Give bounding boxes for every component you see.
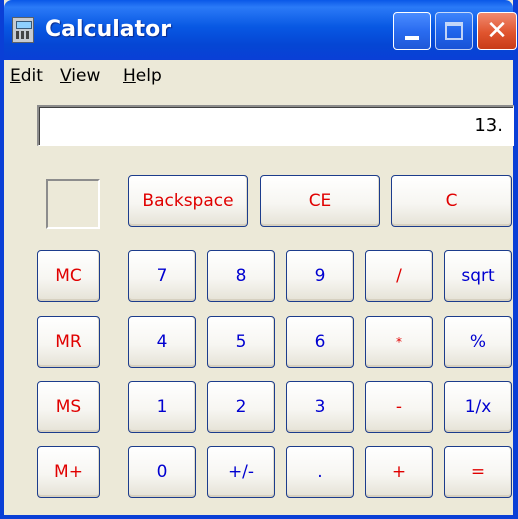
equals-button[interactable]: = <box>444 446 512 498</box>
menu-bar: Edit View Help <box>4 60 513 94</box>
result-display: 13. <box>37 105 514 146</box>
memory-store-button[interactable]: MS <box>37 381 100 433</box>
menu-help[interactable]: Help <box>123 66 162 86</box>
memory-add-button[interactable]: M+ <box>37 446 100 498</box>
memory-indicator <box>46 179 100 229</box>
memory-recall-button[interactable]: MR <box>37 316 100 368</box>
digit-4-button[interactable]: 4 <box>128 316 196 368</box>
calculator-window: Calculator ✕ Edit View Help 13. Backspac… <box>0 0 518 519</box>
calculator-icon <box>12 17 34 43</box>
digit-9-button[interactable]: 9 <box>286 250 354 302</box>
digit-0-button[interactable]: 0 <box>128 446 196 498</box>
digit-1-button[interactable]: 1 <box>128 381 196 433</box>
multiply-button[interactable]: * <box>365 316 433 368</box>
digit-6-button[interactable]: 6 <box>286 316 354 368</box>
sqrt-button[interactable]: sqrt <box>444 250 512 302</box>
menu-edit[interactable]: Edit <box>10 66 43 86</box>
digit-2-button[interactable]: 2 <box>207 381 275 433</box>
reciprocal-button[interactable]: 1/x <box>444 381 512 433</box>
digit-8-button[interactable]: 8 <box>207 250 275 302</box>
decimal-point-button[interactable]: . <box>286 446 354 498</box>
minimize-icon <box>405 36 419 40</box>
window-title: Calculator <box>45 17 172 42</box>
digit-7-button[interactable]: 7 <box>128 250 196 302</box>
close-icon: ✕ <box>486 16 508 46</box>
digit-5-button[interactable]: 5 <box>207 316 275 368</box>
clear-entry-button[interactable]: CE <box>260 175 380 227</box>
clear-button[interactable]: C <box>391 175 512 227</box>
maximize-button[interactable] <box>435 12 473 50</box>
minimize-button[interactable] <box>393 12 431 50</box>
sign-toggle-button[interactable]: +/- <box>207 446 275 498</box>
close-button[interactable]: ✕ <box>477 12 517 50</box>
backspace-button[interactable]: Backspace <box>128 175 248 227</box>
memory-clear-button[interactable]: MC <box>37 250 100 302</box>
add-button[interactable]: + <box>365 446 433 498</box>
menu-view[interactable]: View <box>60 66 100 86</box>
divide-button[interactable]: / <box>365 250 433 302</box>
title-bar[interactable]: Calculator ✕ <box>4 0 517 60</box>
subtract-button[interactable]: - <box>365 381 433 433</box>
digit-3-button[interactable]: 3 <box>286 381 354 433</box>
maximize-icon <box>445 22 463 40</box>
percent-button[interactable]: % <box>444 316 512 368</box>
